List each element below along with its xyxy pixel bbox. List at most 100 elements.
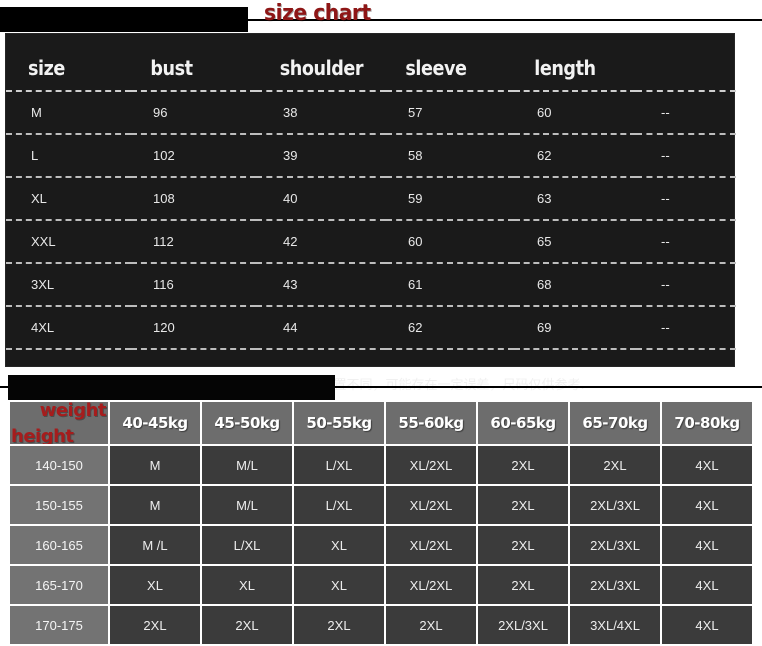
weight-header-60-65kg: 60-65kg xyxy=(478,402,568,444)
size-cell: 2XL xyxy=(478,486,568,524)
column-header-extra xyxy=(636,34,724,92)
size-chart-tbody: M 96 38 57 60 -- L 102 39 58 62 -- XL 10… xyxy=(6,91,736,350)
cell-length: 62 xyxy=(514,134,636,178)
weight-header-50-55kg: 50-55kg xyxy=(294,402,384,444)
size-cell: M /L xyxy=(110,526,200,564)
column-header-size: size xyxy=(6,34,116,92)
size-chart-thead: size bust shoulder sleeve length xyxy=(6,34,736,92)
cell-size: XL xyxy=(6,177,131,221)
column-header-length: length xyxy=(514,34,622,92)
cell-sleeve: 60 xyxy=(386,220,514,264)
size-cell: XL/2XL xyxy=(386,446,476,484)
table-row: 4XL 120 44 62 69 -- xyxy=(6,306,736,350)
size-cell: 4XL xyxy=(662,606,752,644)
table-row: 170-175 2XL 2XL 2XL 2XL 2XL/3XL 3XL/4XL … xyxy=(10,606,752,644)
cell-sleeve: 59 xyxy=(386,177,514,221)
cell-sleeve: 57 xyxy=(386,91,514,135)
table-row: M 96 38 57 60 -- xyxy=(6,91,736,135)
height-weight-table: weight height 40-45kg 45-50kg 50-55kg 55… xyxy=(8,400,754,646)
table-row: XXL 112 42 60 65 -- xyxy=(6,220,736,264)
size-cell: 2XL xyxy=(294,606,384,644)
cell-extra: -- xyxy=(636,134,736,178)
size-cell: 2XL/3XL xyxy=(570,526,660,564)
table-row: 165-170 XL XL XL XL/2XL 2XL 2XL/3XL 4XL xyxy=(10,566,752,604)
size-chart-header-row: size bust shoulder sleeve length xyxy=(6,34,736,92)
table-row: 160-165 M /L L/XL XL XL/2XL 2XL 2XL/3XL … xyxy=(10,526,752,564)
height-label-160-165: 160-165 xyxy=(10,526,108,564)
cell-length: 68 xyxy=(514,263,636,307)
table-row: L 102 39 58 62 -- xyxy=(6,134,736,178)
table-row: 140-150 M M/L L/XL XL/2XL 2XL 2XL 4XL xyxy=(10,446,752,484)
cell-length: 60 xyxy=(514,91,636,135)
size-cell: 4XL xyxy=(662,486,752,524)
page-title: size chart xyxy=(264,1,371,26)
cell-extra: -- xyxy=(636,91,736,135)
size-cell: 2XL xyxy=(202,606,292,644)
height-label-140-150: 140-150 xyxy=(10,446,108,484)
cell-bust: 96 xyxy=(131,91,256,135)
cell-size: XXL xyxy=(6,220,131,264)
weight-header-45-50kg: 45-50kg xyxy=(202,402,292,444)
size-cell: 2XL xyxy=(478,526,568,564)
weight-header-65-70kg: 65-70kg xyxy=(570,402,660,444)
height-weight-section: weight height 40-45kg 45-50kg 50-55kg 55… xyxy=(0,372,762,644)
header-banner-bar-top xyxy=(0,7,248,32)
cell-sleeve: 61 xyxy=(386,263,514,307)
size-cell: 2XL/3XL xyxy=(478,606,568,644)
size-cell: XL xyxy=(294,566,384,604)
cell-shoulder: 40 xyxy=(256,177,386,221)
height-label-170-175: 170-175 xyxy=(10,606,108,644)
height-label-165-170: 165-170 xyxy=(10,566,108,604)
table-row: 3XL 116 43 61 68 -- xyxy=(6,263,736,307)
size-chart-table: size bust shoulder sleeve length M 96 38… xyxy=(6,34,736,350)
size-chart-section: size chart size bust shoulder sleeve len… xyxy=(0,0,762,393)
cell-bust: 112 xyxy=(131,220,256,264)
cell-shoulder: 42 xyxy=(256,220,386,264)
cell-length: 69 xyxy=(514,306,636,350)
cell-extra: -- xyxy=(636,177,736,221)
size-cell: XL xyxy=(294,526,384,564)
table-row: 150-155 M M/L L/XL XL/2XL 2XL 2XL/3XL 4X… xyxy=(10,486,752,524)
size-cell: L/XL xyxy=(202,526,292,564)
table-row: XL 108 40 59 63 -- xyxy=(6,177,736,221)
cell-extra: -- xyxy=(636,220,736,264)
size-cell: 2XL xyxy=(110,606,200,644)
size-cell: 2XL xyxy=(478,446,568,484)
cell-extra: -- xyxy=(636,306,736,350)
cell-shoulder: 44 xyxy=(256,306,386,350)
column-header-bust: bust xyxy=(131,34,241,92)
cell-bust: 116 xyxy=(131,263,256,307)
size-cell: 2XL/3XL xyxy=(570,566,660,604)
size-cell: XL/2XL xyxy=(386,526,476,564)
cell-sleeve: 62 xyxy=(386,306,514,350)
size-cell: L/XL xyxy=(294,486,384,524)
size-cell: 2XL xyxy=(386,606,476,644)
size-cell: 4XL xyxy=(662,446,752,484)
size-cell: XL/2XL xyxy=(386,566,476,604)
cell-length: 63 xyxy=(514,177,636,221)
cell-size: 4XL xyxy=(6,306,131,350)
size-cell: 2XL xyxy=(570,446,660,484)
weight-header-55-60kg: 55-60kg xyxy=(386,402,476,444)
height-weight-header-row: weight height 40-45kg 45-50kg 50-55kg 55… xyxy=(10,402,752,444)
cell-bust: 102 xyxy=(131,134,256,178)
cell-shoulder: 43 xyxy=(256,263,386,307)
size-cell: M xyxy=(110,486,200,524)
header-banner-bar-bottom xyxy=(8,375,335,400)
size-cell: XL xyxy=(110,566,200,604)
size-cell: 2XL/3XL xyxy=(570,486,660,524)
height-weight-thead: weight height 40-45kg 45-50kg 50-55kg 55… xyxy=(10,402,752,444)
size-cell: 4XL xyxy=(662,526,752,564)
cell-size: M xyxy=(6,91,131,135)
size-cell: 4XL xyxy=(662,566,752,604)
column-header-shoulder: shoulder xyxy=(256,34,371,92)
cell-bust: 120 xyxy=(131,306,256,350)
height-label-150-155: 150-155 xyxy=(10,486,108,524)
weight-header-70-80kg: 70-80kg xyxy=(662,402,752,444)
size-cell: M/L xyxy=(202,446,292,484)
cell-sleeve: 58 xyxy=(386,134,514,178)
size-cell: L/XL xyxy=(294,446,384,484)
size-cell: M xyxy=(110,446,200,484)
corner-label-height: height xyxy=(11,426,74,444)
size-cell: XL/2XL xyxy=(386,486,476,524)
